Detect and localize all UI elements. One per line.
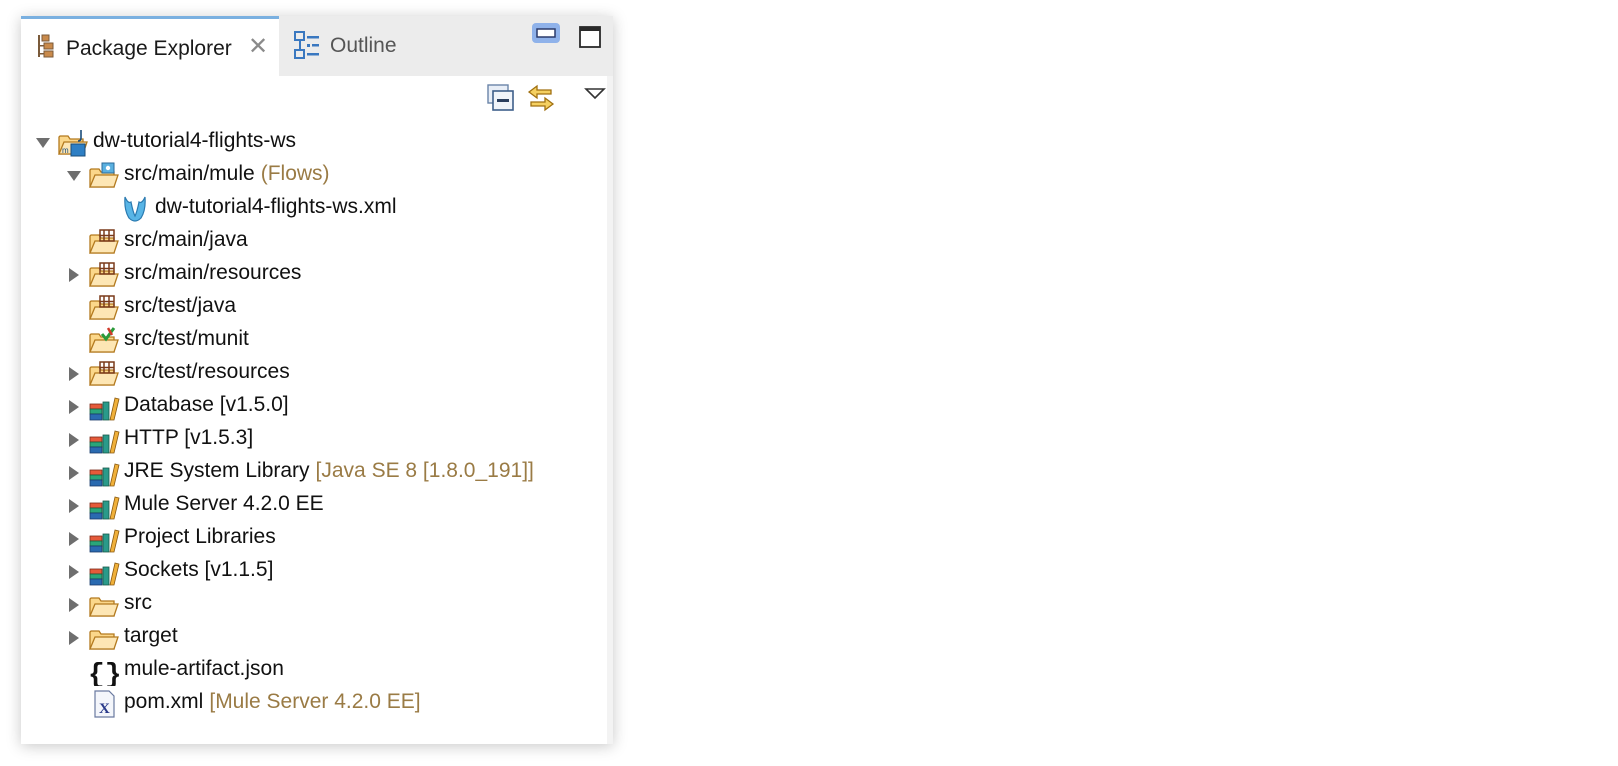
tree-item-label: src/test/java [124, 294, 237, 317]
mule-config-file-icon [119, 194, 151, 224]
collapsed-triangle-icon[interactable] [66, 399, 82, 415]
tree-item-label: target [124, 624, 178, 647]
source-folder-icon [88, 227, 120, 257]
tab-outline-label: Outline [330, 34, 397, 57]
tree-item-label: dw-tutorial4-flights-ws [93, 129, 297, 152]
tree-item[interactable]: Project Libraries [21, 522, 613, 555]
collapsed-triangle-icon[interactable] [66, 498, 82, 514]
tree-item[interactable]: src/main/resources [21, 258, 613, 291]
collapsed-triangle-icon[interactable] [66, 597, 82, 613]
tree-item[interactable]: src/test/java [21, 291, 613, 324]
collapse-all-icon[interactable] [487, 84, 515, 112]
munit-folder-icon [88, 326, 120, 356]
tree-item-label: pom.xml [124, 690, 204, 713]
tree-item[interactable]: m dw-tutorial4-flights-ws [21, 126, 613, 159]
tree-item-label: src/main/java [124, 228, 248, 251]
source-folder-icon [88, 260, 120, 290]
library-icon [88, 557, 120, 587]
tree-item[interactable]: Xpom.xml [Mule Server 4.2.0 EE] [21, 687, 613, 720]
project-icon: m [57, 128, 89, 158]
maximize-icon[interactable] [579, 26, 601, 48]
tree-item-label: src/test/munit [124, 327, 249, 350]
collapsed-triangle-icon[interactable] [66, 366, 82, 382]
folder-icon [88, 623, 120, 653]
json-file-icon: {} [88, 656, 122, 691]
library-icon [88, 524, 120, 554]
source-folder-icon [88, 293, 120, 323]
tree-item-label: Project Libraries [124, 525, 276, 548]
tree-item-label: mule-artifact.json [124, 657, 284, 680]
view-toolbar [21, 76, 613, 126]
tree-item[interactable]: target [21, 621, 613, 654]
tab-package-explorer-label: Package Explorer [66, 37, 232, 60]
tree-item-label: src/main/resources [124, 261, 302, 284]
tree-item[interactable]: {} mule-artifact.json [21, 654, 613, 691]
svg-text:X: X [99, 701, 110, 717]
tree-item[interactable]: dw-tutorial4-flights-ws.xml [21, 192, 613, 225]
tree-item[interactable]: src [21, 588, 613, 621]
collapsed-triangle-icon[interactable] [66, 531, 82, 547]
tree-item-label: HTTP [v1.5.3] [124, 426, 254, 449]
tree-item-label: dw-tutorial4-flights-ws.xml [155, 195, 397, 218]
library-icon [88, 458, 120, 488]
view-menu-icon[interactable] [584, 86, 606, 102]
collapsed-triangle-icon[interactable] [66, 432, 82, 448]
tree-item-decoration: [Java SE 8 [1.8.0_191]] [315, 459, 534, 482]
svg-text:m: m [62, 146, 69, 155]
tree-item-label: Sockets [v1.1.5] [124, 558, 274, 581]
tree-item[interactable]: src/main/java [21, 225, 613, 258]
tree-item-label: Database [v1.5.0] [124, 393, 289, 416]
folder-icon [88, 590, 120, 620]
tree-item-text: src/main/mule (Flows) [124, 162, 330, 186]
svg-text:{}: {} [88, 660, 120, 686]
xml-file-icon: X [88, 689, 120, 719]
tab-package-explorer[interactable]: Package Explorer ✕ [21, 16, 279, 76]
outline-icon [294, 31, 319, 59]
tab-outline[interactable]: Outline [279, 16, 439, 76]
tree-item-label: Mule Server 4.2.0 EE [124, 492, 324, 515]
package-explorer-view: Package Explorer ✕ Outline m dw-tutorial… [21, 16, 613, 744]
tree-item[interactable]: Sockets [v1.1.5] [21, 555, 613, 588]
tree-item-text: JRE System Library [Java SE 8 [1.8.0_191]… [124, 459, 534, 483]
tree-item[interactable]: src/test/munit [21, 324, 613, 357]
vertical-scrollbar[interactable] [607, 76, 613, 744]
collapsed-triangle-icon[interactable] [66, 267, 82, 283]
tree-item[interactable]: HTTP [v1.5.3] [21, 423, 613, 456]
tree-item[interactable]: JRE System Library [Java SE 8 [1.8.0_191]… [21, 456, 613, 489]
tree-item[interactable]: Database [v1.5.0] [21, 390, 613, 423]
tree-item[interactable]: src/main/mule (Flows) [21, 159, 613, 192]
mule-flows-folder-icon [88, 161, 120, 191]
tree-item-label: src/main/mule [124, 162, 255, 185]
collapsed-triangle-icon[interactable] [66, 465, 82, 481]
library-icon [88, 491, 120, 521]
tree-item-label: src [124, 591, 152, 614]
tree-item-decoration: (Flows) [260, 162, 330, 185]
library-icon [88, 392, 120, 422]
source-folder-icon [88, 359, 120, 389]
tree-item-label: JRE System Library [124, 459, 310, 482]
view-tab-bar: Package Explorer ✕ Outline [21, 16, 613, 76]
collapsed-triangle-icon[interactable] [66, 630, 82, 646]
collapsed-triangle-icon[interactable] [66, 564, 82, 580]
minimize-icon[interactable] [531, 22, 561, 44]
tree-item-label: src/test/resources [124, 360, 290, 383]
tree-item[interactable]: Mule Server 4.2.0 EE [21, 489, 613, 522]
library-icon [88, 425, 120, 455]
close-icon[interactable]: ✕ [248, 35, 268, 59]
link-with-editor-icon[interactable] [525, 82, 557, 114]
tree-item[interactable]: src/test/resources [21, 357, 613, 390]
tree-item-text: pom.xml [Mule Server 4.2.0 EE] [124, 690, 421, 714]
expanded-triangle-icon[interactable] [35, 135, 51, 151]
expanded-triangle-icon[interactable] [66, 168, 82, 184]
tree-item-decoration: [Mule Server 4.2.0 EE] [209, 690, 421, 713]
package-explorer-icon [38, 34, 54, 58]
